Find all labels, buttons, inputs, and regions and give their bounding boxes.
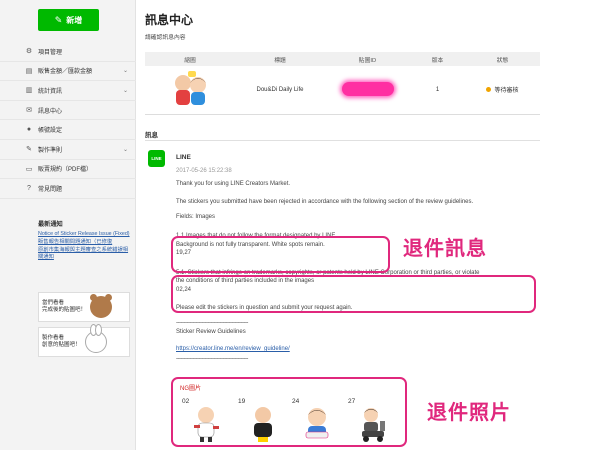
- message-greeting: Thank you for using LINE Creators Market…: [176, 181, 291, 187]
- promo-text: 當們看看 完成後的貼圖吧！: [42, 300, 87, 313]
- coin-icon: ▤: [25, 67, 33, 75]
- sticker-id-cell: [325, 66, 410, 114]
- separator-text: ----------------------------------------…: [176, 356, 248, 362]
- ng-sticker-image: [254, 407, 272, 442]
- pending-dot-icon: [486, 87, 492, 93]
- edit-icon: ✎: [54, 14, 63, 25]
- sidebar: ✎ 新增 ⚙ 項目管理 ▤ 販售金額／匯款金額 ⌄ ▥ 統計資訊 ⌄ ✉ 訊息中…: [0, 0, 136, 450]
- promo-banner-create[interactable]: 製作看看 創意的貼圖吧！: [38, 324, 130, 357]
- sidebar-item-account[interactable]: ● 帳號設定: [0, 120, 136, 140]
- redacted-id: [341, 81, 394, 96]
- pencil-icon: ✎: [26, 146, 32, 154]
- sidebar-item-stats[interactable]: ▥ 統計資訊 ⌄: [0, 81, 136, 101]
- sidebar-item-label: 製作準則: [38, 147, 63, 154]
- message-sender: LINE: [176, 154, 191, 161]
- chevron-down-icon: ⌄: [122, 146, 128, 153]
- question-icon: ?: [27, 184, 31, 192]
- version-cell: 1: [435, 86, 440, 93]
- annotation-reject-photos: 退件照片: [427, 400, 511, 424]
- col-title: 標題: [274, 57, 286, 64]
- table-row[interactable]: Dou&Di Daily Life 1 等待審核: [145, 66, 540, 114]
- messages-heading: 訊息: [145, 132, 158, 139]
- envelope-icon: ✉: [26, 107, 32, 115]
- chevron-down-icon: ⌄: [122, 87, 128, 94]
- page-subtitle: 請確認訊息內容: [145, 35, 186, 41]
- sidebar-item-terms[interactable]: ▭ 販賣規約（PDF檔）: [0, 160, 136, 180]
- sidebar-item-label: 帳號設定: [38, 128, 63, 135]
- user-icon: ●: [26, 126, 32, 134]
- col-thumbnail: 縮圖: [184, 57, 196, 64]
- sidebar-item-label: 項目管理: [38, 49, 63, 56]
- bar-chart-icon: ▥: [25, 87, 33, 95]
- sticker-thumbnail: [175, 70, 206, 105]
- new-button-label: 新增: [66, 15, 83, 25]
- news-section: 最新通知 Notice of Sticker Release Issue (Fi…: [38, 219, 130, 262]
- sidebar-item-label: 常見問題: [38, 186, 63, 193]
- ng-number: 02: [182, 398, 190, 405]
- ng-sticker-image: [362, 408, 385, 442]
- message-rejection: The stickers you submitted have been rej…: [176, 199, 474, 205]
- bear-mascot-icon: [90, 294, 113, 318]
- line-logo-icon: LINE: [148, 150, 165, 167]
- status-cell: 等待審核: [465, 66, 540, 114]
- ng-number: 24: [292, 398, 300, 405]
- promo-banner-completed[interactable]: 當們看看 完成後的貼圖吧！: [38, 292, 130, 322]
- ng-images-label: NG圖片: [180, 386, 202, 392]
- annotation-box-issue-1: [171, 236, 390, 273]
- message-timestamp: 2017-05-26 15:22:38: [176, 168, 232, 174]
- bunny-mascot-icon: [84, 324, 107, 353]
- sidebar-item-messages[interactable]: ✉ 訊息中心: [0, 101, 136, 121]
- col-version: 版本: [431, 57, 444, 64]
- annotation-box-issue-2: [171, 275, 536, 313]
- news-link[interactable]: 原創市集海報與主題審查之系統錯誤相關通知: [38, 247, 130, 261]
- sidebar-item-label: 販售金額／匯款金額: [38, 69, 93, 76]
- guideline-title: Sticker Review Guidelines: [176, 329, 246, 335]
- news-title: 最新通知: [38, 221, 63, 228]
- sidebar-item-project[interactable]: ⚙ 項目管理: [0, 42, 136, 62]
- ng-sticker-image: [194, 407, 219, 442]
- ng-number: 27: [348, 398, 356, 405]
- sidebar-item-label: 統計資訊: [38, 88, 63, 95]
- status-badge: 等待審核: [486, 85, 519, 94]
- document-icon: ▭: [25, 165, 33, 173]
- table-header: 縮圖 標題 貼圖ID 版本 狀態: [145, 52, 540, 66]
- col-sticker-id: 貼圖ID: [358, 57, 377, 64]
- annotation-reject-message: 退件訊息: [403, 236, 487, 260]
- ng-sticker-image: [305, 408, 329, 439]
- sidebar-item-label: 販賣規約（PDF檔）: [38, 167, 93, 174]
- sidebar-item-guidelines[interactable]: ✎ 製作準則 ⌄: [0, 140, 136, 160]
- chevron-down-icon: ⌄: [122, 68, 128, 75]
- gear-icon: ⚙: [25, 48, 33, 56]
- news-link[interactable]: Notice of Sticker Release Issue (Fixed): [38, 231, 130, 238]
- page-title: 訊息中心: [145, 13, 194, 27]
- sticker-table: 縮圖 標題 貼圖ID 版本 狀態 Dou&Di Daily Life 1 等待審…: [145, 52, 540, 115]
- guideline-link[interactable]: https://creator.line.me/en/review_guidel…: [176, 346, 290, 352]
- sidebar-item-label: 訊息中心: [38, 108, 63, 115]
- sidebar-item-sales[interactable]: ▤ 販售金額／匯款金額 ⌄: [0, 62, 136, 82]
- sidebar-menu: ⚙ 項目管理 ▤ 販售金額／匯款金額 ⌄ ▥ 統計資訊 ⌄ ✉ 訊息中心 ● 帳…: [0, 42, 136, 199]
- thumbnail-cell: [145, 66, 235, 114]
- separator-text: ----------------------------------------…: [176, 320, 248, 326]
- sidebar-item-faq[interactable]: ? 常見問題: [0, 179, 136, 199]
- new-button[interactable]: ✎ 新增: [38, 9, 99, 31]
- col-status: 狀態: [496, 57, 509, 64]
- divider: [145, 140, 540, 141]
- promo-text: 製作看看 創意的貼圖吧！: [42, 335, 81, 348]
- news-link[interactable]: 販售報告相關問題通知（已修復: [38, 239, 130, 246]
- ng-number: 19: [238, 398, 246, 405]
- message-fields: Fields: Images: [176, 214, 216, 220]
- title-cell: Dou&Di Daily Life: [256, 86, 304, 93]
